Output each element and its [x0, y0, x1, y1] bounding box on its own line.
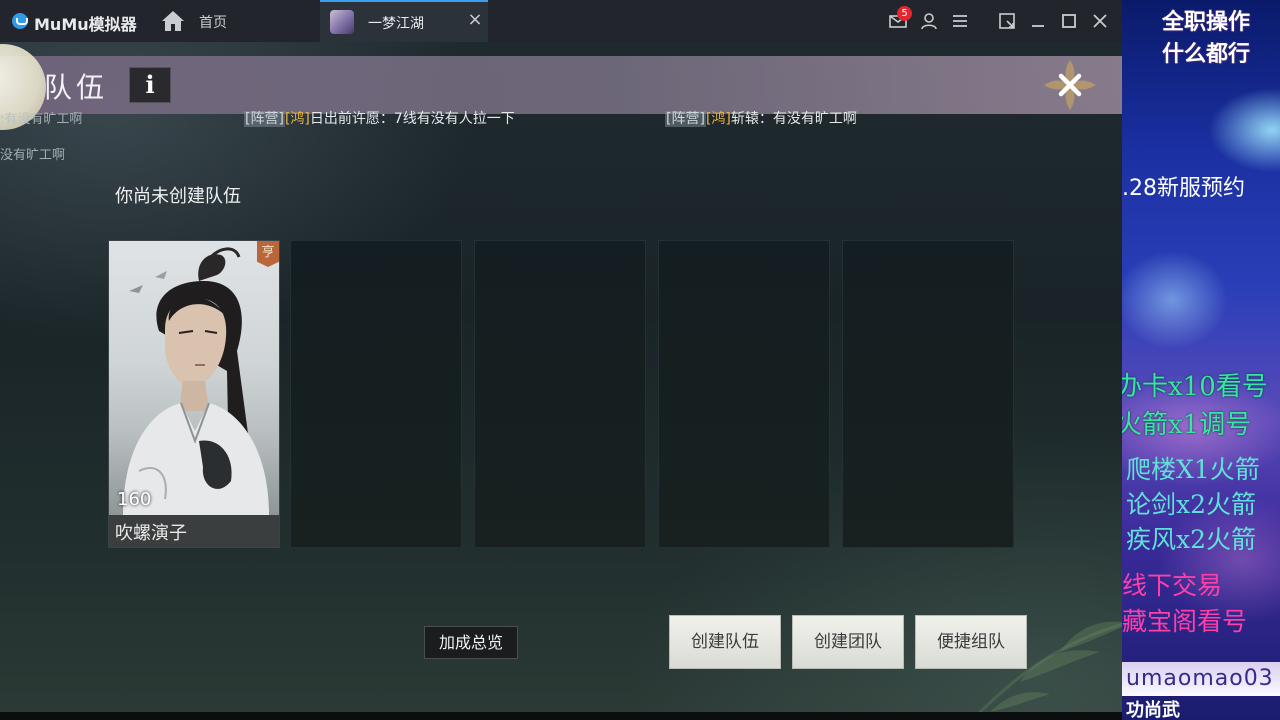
empty-team-slot[interactable] — [290, 240, 462, 548]
chat-line: [阵营][鸿]日出前许愿：7线有没有人拉一下 — [244, 108, 515, 128]
home-tab-label[interactable]: 首页 — [199, 12, 227, 32]
empty-team-slot[interactable] — [474, 240, 646, 548]
empty-team-slot[interactable] — [842, 240, 1014, 548]
maximize-icon[interactable] — [1059, 11, 1079, 31]
create-group-button[interactable]: 创建团队 — [792, 615, 904, 669]
chat-message: 斩辕：有没有旷工啊 — [730, 111, 857, 127]
stream-overlay-panel: 全职操作 什么都行 .28新服预约 办卡x10看号 火箭x1调号 爬楼X1火箭 … — [1122, 0, 1280, 720]
mumu-logo-icon — [12, 13, 28, 29]
chat-line: [阵营][鸿]斩辕：有没有旷工啊 — [665, 108, 857, 128]
overlay-service-line: 论剑x2火箭 — [1126, 490, 1257, 519]
menu-icon[interactable] — [950, 11, 970, 31]
emulator-titlebar: MuMu模拟器 首页 一梦江湖 × 5 — [0, 0, 1122, 42]
chat-line-faded: 没有旷工啊 — [0, 148, 66, 163]
chat-message: 日出前许愿：7线有没有人拉一下 — [309, 111, 515, 127]
mail-badge: 5 — [897, 6, 912, 21]
emulator-bottom-strip — [0, 712, 1122, 720]
create-team-button[interactable]: 创建队伍 — [669, 615, 781, 669]
empty-team-slot[interactable] — [658, 240, 830, 548]
overlay-service-line: 藏宝阁看号 — [1122, 607, 1248, 636]
home-icon[interactable] — [161, 10, 185, 32]
character-portrait: 160 — [109, 241, 279, 515]
user-icon[interactable] — [919, 11, 939, 31]
overlay-header-line: 什么都行 — [1162, 42, 1251, 67]
tab-game-label: 一梦江湖 — [368, 16, 424, 32]
sect-badge: 亨 — [257, 241, 279, 267]
quick-match-button[interactable]: 便捷组队 — [915, 615, 1027, 669]
team-member-card[interactable]: 160 亨 吹螺演子 — [108, 240, 280, 548]
info-button[interactable]: i — [129, 67, 171, 103]
game-screen: 队伍 i :有没有旷工啊 没有旷工啊 [阵营][鸿]日出前许愿：7线有没有人拉一… — [0, 42, 1122, 712]
overlay-service-line: 线下交易 — [1122, 571, 1223, 600]
overlay-service-line: 办卡x10看号 — [1122, 372, 1268, 402]
chat-channel-tag: [阵营] — [244, 111, 285, 127]
member-name-bar: 吹螺演子 — [109, 515, 279, 547]
overlay-username: umaomao03 — [1122, 662, 1280, 696]
overlay-header-line: 全职操作 — [1162, 10, 1251, 35]
window-close-icon[interactable] — [1090, 11, 1110, 31]
overlay-service-line: 火箭x1调号 — [1122, 410, 1252, 440]
member-name: 吹螺演子 — [115, 523, 187, 544]
close-panel-icon[interactable] — [1040, 56, 1100, 114]
overlay-promo: .28新服预约 — [1122, 176, 1245, 201]
chat-guild-tag: [鸿] — [284, 111, 310, 127]
character-portrait-art — [123, 247, 269, 515]
game-thumbnail-icon — [330, 10, 354, 34]
minimize-icon[interactable] — [1028, 11, 1048, 31]
bonus-overview-button[interactable]: 加成总览 — [424, 626, 518, 659]
app-name: MuMu模拟器 — [34, 15, 137, 34]
tab-close-icon[interactable]: × — [466, 11, 484, 29]
overlay-service-line: 爬楼X1火箭 — [1126, 455, 1260, 484]
chat-channel-tag: [阵营] — [665, 111, 706, 127]
overlay-service-line: 疾风x2火箭 — [1126, 525, 1257, 554]
no-team-text: 你尚未创建队伍 — [115, 186, 241, 207]
chat-line-faded: :有没有旷工啊 — [0, 112, 83, 127]
overlay-bottom-text: 功尚武 — [1126, 700, 1180, 720]
page-title: 队伍 — [44, 71, 109, 104]
chat-guild-tag: [鸿] — [705, 111, 731, 127]
tab-game[interactable]: 一梦江湖 × — [320, 0, 488, 42]
fullscreen-icon[interactable] — [997, 11, 1017, 31]
member-level: 160 — [117, 489, 152, 510]
